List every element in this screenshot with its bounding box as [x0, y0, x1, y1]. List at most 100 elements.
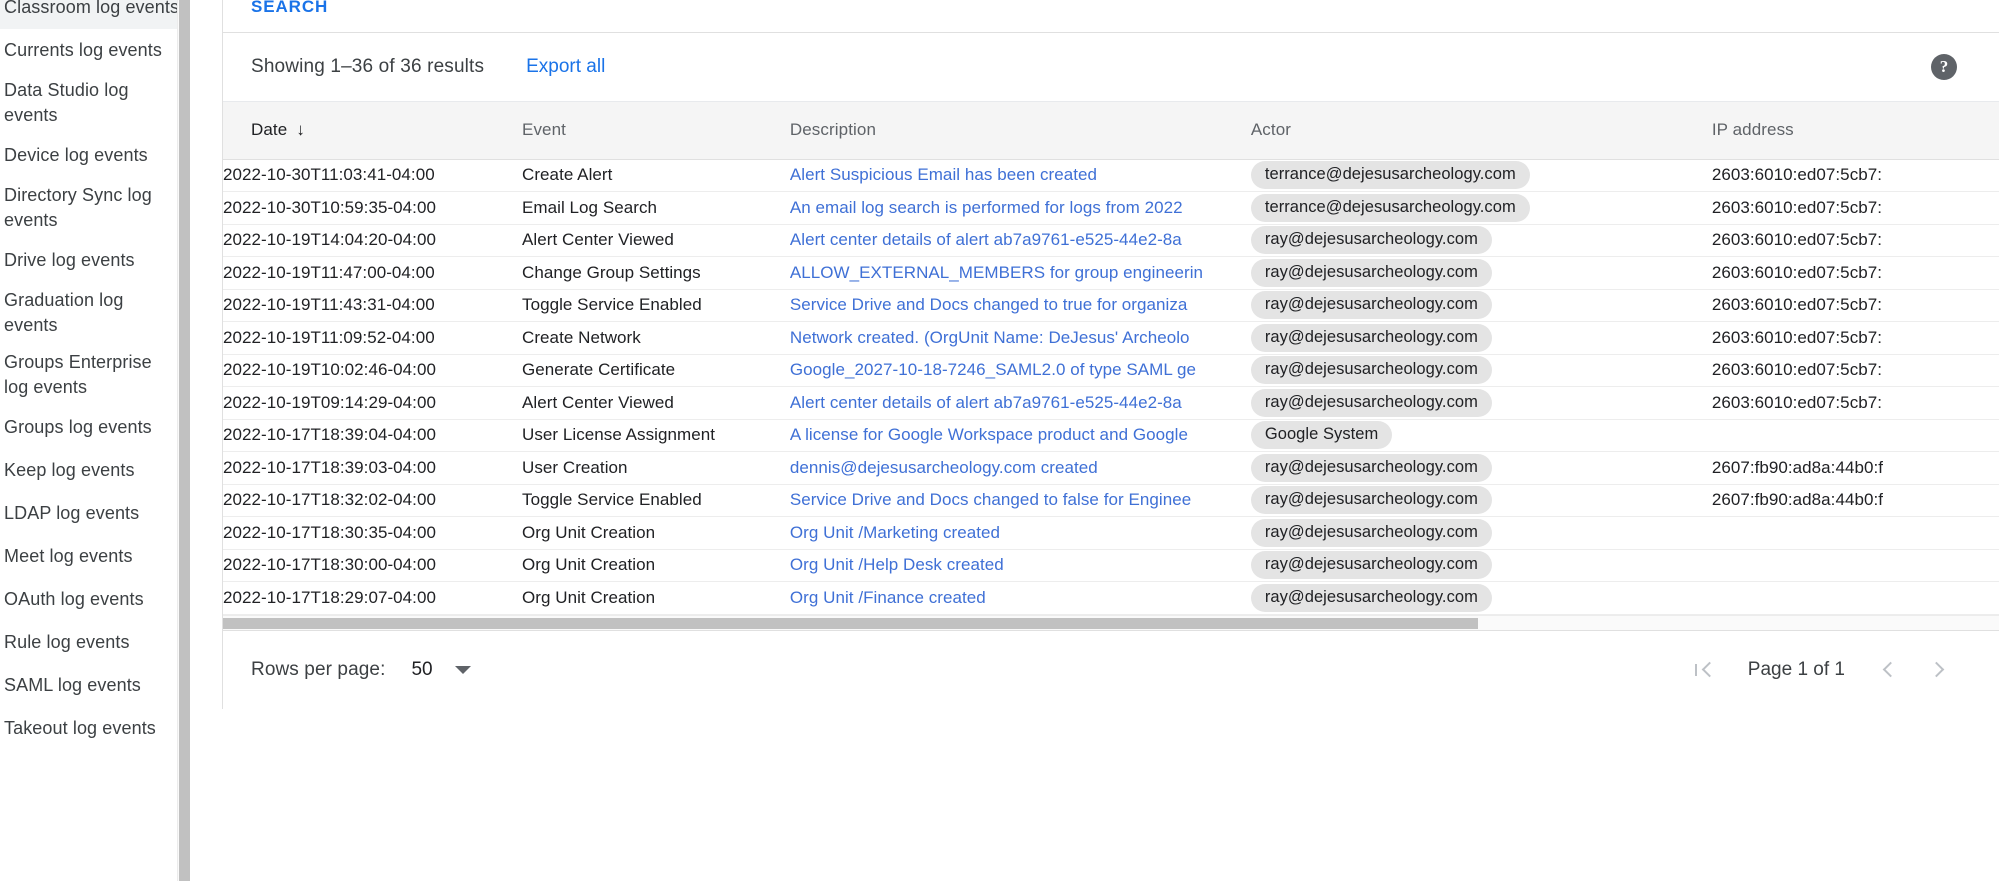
- ip-address-text: 2607:fb90:ad8a:44b0:f: [1712, 458, 1883, 477]
- description-link[interactable]: Alert Suspicious Email has been created: [790, 165, 1239, 185]
- description-link[interactable]: Network created. (OrgUnit Name: DeJesus'…: [790, 328, 1239, 348]
- actor-chip[interactable]: Google System: [1251, 421, 1392, 449]
- table-row[interactable]: 2022-10-17T18:32:02-04:00Toggle Service …: [223, 484, 1999, 517]
- column-header-ip-address-label: IP address: [1712, 120, 1794, 139]
- cell-description: ALLOW_EXTERNAL_MEMBERS for group enginee…: [790, 257, 1251, 290]
- actor-chip[interactable]: terrance@dejesusarcheology.com: [1251, 194, 1530, 222]
- description-link[interactable]: Alert center details of alert ab7a9761-e…: [790, 230, 1239, 250]
- description-link[interactable]: Org Unit /Help Desk created: [790, 555, 1239, 575]
- cell-description: Org Unit /Help Desk created: [790, 549, 1251, 582]
- column-header-actor[interactable]: Actor: [1251, 102, 1712, 159]
- sidebar-scrollbar-thumb[interactable]: [179, 0, 190, 881]
- description-link[interactable]: An email log search is performed for log…: [790, 198, 1239, 218]
- table-row[interactable]: 2022-10-17T18:30:35-04:00Org Unit Creati…: [223, 517, 1999, 550]
- actor-chip[interactable]: ray@dejesusarcheology.com: [1251, 486, 1492, 514]
- sidebar-item-label: Takeout log events: [4, 716, 156, 741]
- sidebar-item[interactable]: Takeout log events: [0, 707, 190, 750]
- actor-chip[interactable]: ray@dejesusarcheology.com: [1251, 584, 1492, 612]
- description-link[interactable]: Service Drive and Docs changed to false …: [790, 490, 1239, 510]
- description-link[interactable]: A license for Google Workspace product a…: [790, 425, 1239, 445]
- first-page-button[interactable]: [1680, 646, 1730, 694]
- column-header-event[interactable]: Event: [522, 102, 790, 159]
- sidebar-item[interactable]: Groups Enterprise log events: [0, 344, 190, 406]
- actor-chip[interactable]: ray@dejesusarcheology.com: [1251, 551, 1492, 579]
- sort-descending-icon[interactable]: ↓: [296, 120, 305, 140]
- table-row[interactable]: 2022-10-17T18:29:07-04:00Org Unit Creati…: [223, 582, 1999, 615]
- sidebar-item[interactable]: Data Studio log events: [0, 72, 190, 134]
- chevron-down-icon[interactable]: [455, 666, 471, 674]
- description-link[interactable]: Alert center details of alert ab7a9761-e…: [790, 393, 1239, 413]
- cell-actor: terrance@dejesusarcheology.com: [1251, 159, 1712, 192]
- sidebar-item[interactable]: Meet log events: [0, 535, 190, 578]
- actor-chip[interactable]: ray@dejesusarcheology.com: [1251, 356, 1492, 384]
- sidebar-item[interactable]: LDAP log events: [0, 492, 190, 535]
- sidebar-item[interactable]: Graduation log events: [0, 282, 190, 344]
- table-row[interactable]: 2022-10-19T11:47:00-04:00Change Group Se…: [223, 257, 1999, 290]
- description-link[interactable]: Org Unit /Finance created: [790, 588, 1239, 608]
- sidebar-item-label: Meet log events: [4, 544, 133, 569]
- table-header-row: Date↓ Event Description Actor: [223, 102, 1999, 159]
- sidebar-item[interactable]: Groups log events: [0, 406, 190, 449]
- column-header-date[interactable]: Date↓: [223, 102, 522, 159]
- cell-event: Toggle Service Enabled: [522, 289, 790, 322]
- table-row[interactable]: 2022-10-17T18:39:04-04:00User License As…: [223, 419, 1999, 452]
- actor-chip[interactable]: ray@dejesusarcheology.com: [1251, 226, 1492, 254]
- sidebar-item-label: LDAP log events: [4, 501, 139, 526]
- previous-page-button[interactable]: [1863, 646, 1913, 694]
- table-row[interactable]: 2022-10-19T09:14:29-04:00Alert Center Vi…: [223, 387, 1999, 420]
- sidebar-item[interactable]: Classroom log events: [0, 0, 190, 29]
- export-all-button[interactable]: Export all: [526, 56, 605, 78]
- table-row[interactable]: 2022-10-19T11:09:52-04:00Create NetworkN…: [223, 322, 1999, 355]
- description-link[interactable]: Google_2027-10-18-7246_SAML2.0 of type S…: [790, 360, 1239, 380]
- table-row[interactable]: 2022-10-30T10:59:35-04:00Email Log Searc…: [223, 192, 1999, 225]
- rows-per-page-value[interactable]: 50: [411, 659, 432, 681]
- cell-description: Service Drive and Docs changed to false …: [790, 484, 1251, 517]
- table-row[interactable]: 2022-10-30T11:03:41-04:00Create AlertAle…: [223, 159, 1999, 192]
- actor-chip[interactable]: ray@dejesusarcheology.com: [1251, 519, 1492, 547]
- column-header-description[interactable]: Description: [790, 102, 1251, 159]
- cell-actor: ray@dejesusarcheology.com: [1251, 452, 1712, 485]
- description-link[interactable]: Service Drive and Docs changed to true f…: [790, 295, 1239, 315]
- sidebar-item[interactable]: Currents log events: [0, 29, 190, 72]
- description-link[interactable]: dennis@dejesusarcheology.com created: [790, 458, 1239, 478]
- column-header-ip-address[interactable]: IP address: [1712, 102, 1999, 159]
- sidebar-item[interactable]: Device log events: [0, 134, 190, 177]
- cell-event: Change Group Settings: [522, 257, 790, 290]
- table-horizontal-scrollbar[interactable]: [223, 615, 1999, 631]
- actor-chip[interactable]: terrance@dejesusarcheology.com: [1251, 161, 1530, 189]
- sidebar-item[interactable]: Drive log events: [0, 239, 190, 282]
- sidebar-item-label: OAuth log events: [4, 587, 144, 612]
- table-row[interactable]: 2022-10-19T10:02:46-04:00Generate Certif…: [223, 354, 1999, 387]
- sidebar-item-label: Classroom log events: [4, 0, 179, 20]
- cell-ip-address: 2603:6010:ed07:5cb7:: [1712, 387, 1999, 420]
- cell-date: 2022-10-19T09:14:29-04:00: [223, 387, 522, 420]
- table-row[interactable]: 2022-10-19T11:43:31-04:00Toggle Service …: [223, 289, 1999, 322]
- search-row: SEARCH: [223, 0, 1999, 33]
- next-page-button[interactable]: [1913, 646, 1963, 694]
- sidebar-item[interactable]: SAML log events: [0, 664, 190, 707]
- cell-actor: ray@dejesusarcheology.com: [1251, 517, 1712, 550]
- description-link[interactable]: Org Unit /Marketing created: [790, 523, 1239, 543]
- sidebar-scrollbar[interactable]: [177, 0, 190, 881]
- actor-chip[interactable]: ray@dejesusarcheology.com: [1251, 291, 1492, 319]
- sidebar-item[interactable]: OAuth log events: [0, 578, 190, 621]
- actor-chip[interactable]: ray@dejesusarcheology.com: [1251, 389, 1492, 417]
- ip-address-text: 2603:6010:ed07:5cb7:: [1712, 328, 1882, 347]
- actor-chip[interactable]: ray@dejesusarcheology.com: [1251, 259, 1492, 287]
- search-button[interactable]: SEARCH: [251, 0, 328, 16]
- sidebar-item[interactable]: Keep log events: [0, 449, 190, 492]
- actor-chip[interactable]: ray@dejesusarcheology.com: [1251, 454, 1492, 482]
- table-row[interactable]: 2022-10-17T18:30:00-04:00Org Unit Creati…: [223, 549, 1999, 582]
- table-row[interactable]: 2022-10-19T14:04:20-04:00Alert Center Vi…: [223, 224, 1999, 257]
- ip-address-text: 2603:6010:ed07:5cb7:: [1712, 165, 1882, 184]
- help-icon[interactable]: ?: [1931, 54, 1957, 80]
- description-link[interactable]: ALLOW_EXTERNAL_MEMBERS for group enginee…: [790, 263, 1239, 283]
- results-summary-bar: Showing 1–36 of 36 results Export all ?: [223, 33, 1999, 102]
- sidebar-item[interactable]: Rule log events: [0, 621, 190, 664]
- table-row[interactable]: 2022-10-17T18:39:03-04:00User Creationde…: [223, 452, 1999, 485]
- actor-chip[interactable]: ray@dejesusarcheology.com: [1251, 324, 1492, 352]
- ip-address-text: 2603:6010:ed07:5cb7:: [1712, 230, 1882, 249]
- sidebar-item[interactable]: Directory Sync log events: [0, 177, 190, 239]
- sidebar-item-label: Rule log events: [4, 630, 130, 655]
- table-horizontal-scrollbar-thumb[interactable]: [223, 618, 1478, 629]
